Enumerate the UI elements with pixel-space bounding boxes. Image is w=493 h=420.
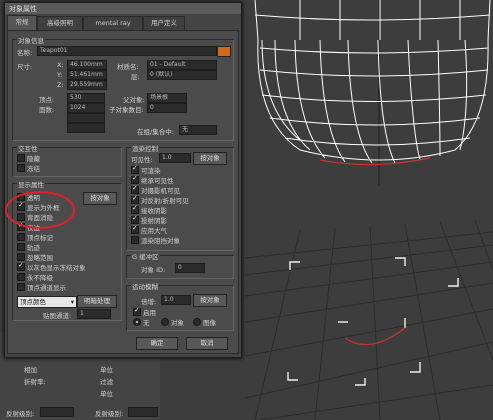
red-annotation-circle [5,191,75,229]
annotation-overlay [5,191,75,229]
